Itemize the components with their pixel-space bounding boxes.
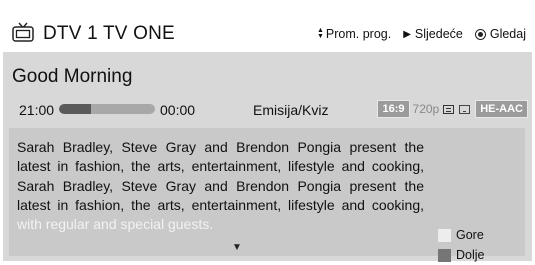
- tv-icon: [12, 22, 34, 42]
- next-hint[interactable]: ▶ Sljedeće: [403, 27, 463, 41]
- watch-hint[interactable]: Gledaj: [474, 27, 526, 41]
- legend-up-label: Gore: [456, 228, 484, 242]
- program-genre: Emisija/Kviz: [253, 102, 329, 118]
- down-color-swatch: [438, 248, 451, 262]
- next-label: Sljedeće: [414, 27, 463, 41]
- aspect-ratio-badge: 16:9: [377, 100, 410, 118]
- control-hints: ▲ ▼ Prom. prog. ▶ Sljedeće Gledaj: [305, 27, 526, 41]
- program-info: Good Morning 21:00 00:00 Emisija/Kviz 16…: [3, 52, 532, 127]
- subtitle-icon: [443, 104, 455, 114]
- up-down-arrows-icon: ▲ ▼: [316, 27, 324, 40]
- scroll-down-arrow-icon[interactable]: ▼: [232, 242, 242, 253]
- program-badges: 16:9 720p HE-AAC: [377, 100, 528, 118]
- program-progress-fill: [59, 104, 91, 114]
- teletext-icon: [459, 104, 471, 114]
- change-program-label: Prom. prog.: [325, 27, 392, 41]
- change-program-hint[interactable]: ▲ ▼ Prom. prog.: [317, 27, 391, 41]
- up-color-swatch: [438, 228, 451, 242]
- watch-label: Gledaj: [489, 27, 526, 41]
- program-title: Good Morning: [12, 66, 133, 87]
- legend-down-label: Dolje: [456, 248, 485, 262]
- start-time: 21:00: [19, 102, 55, 118]
- play-triangle-icon: ▶: [403, 28, 411, 40]
- legend-down: Dolje: [438, 245, 485, 265]
- end-time: 00:00: [160, 102, 196, 118]
- program-progress-bar: [59, 104, 155, 114]
- channel-title: DTV 1 TV ONE: [43, 23, 175, 44]
- legend-up: Gore: [438, 225, 485, 245]
- description-text: Sarah Bradley, Steve Gray and Brendon Po…: [17, 139, 424, 213]
- ok-button-icon: [474, 28, 486, 40]
- program-description: Sarah Bradley, Steve Gray and Brendon Po…: [17, 138, 424, 234]
- scroll-legend: Gore Dolje: [438, 225, 485, 265]
- description-faded-text: with regular and special guests.: [17, 216, 214, 233]
- epg-info-panel: DTV 1 TV ONE ▲ ▼ Prom. prog. ▶ Sljedeće G…: [3, 3, 532, 262]
- audio-format-badge: HE-AAC: [475, 100, 528, 118]
- program-description-box[interactable]: Sarah Bradley, Steve Gray and Brendon Po…: [9, 128, 525, 262]
- header-bar: DTV 1 TV ONE ▲ ▼ Prom. prog. ▶ Sljedeće G…: [3, 3, 532, 52]
- resolution-label: 720p: [412, 102, 440, 116]
